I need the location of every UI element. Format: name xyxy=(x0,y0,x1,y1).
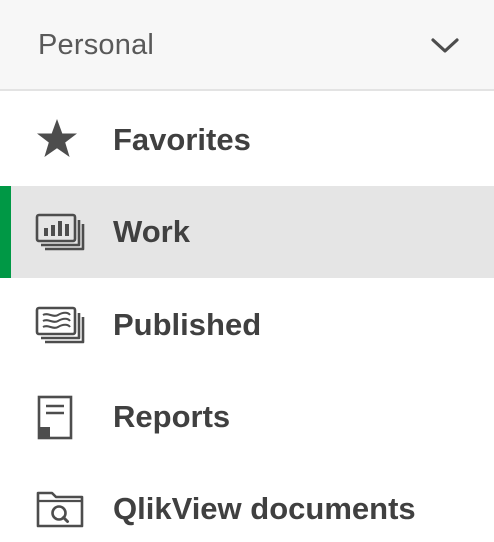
chevron-down-icon xyxy=(431,38,459,53)
qlikview-folder-icon xyxy=(36,491,84,528)
nav-item-work[interactable]: Work xyxy=(0,186,494,278)
nav-item-label: QlikView documents xyxy=(113,491,416,526)
nav-item-qlikview-documents[interactable]: QlikView documents xyxy=(0,462,494,542)
work-sheets-icon xyxy=(35,213,85,251)
star-icon xyxy=(37,119,77,157)
nav-item-label: Published xyxy=(113,307,262,342)
nav-item-favorites[interactable]: Favorites xyxy=(0,93,494,185)
section-title: Personal xyxy=(38,29,155,61)
nav-item-published[interactable]: Published xyxy=(0,278,494,370)
nav-item-label: Reports xyxy=(113,399,231,434)
report-icon xyxy=(37,395,73,440)
nav-item-label: Work xyxy=(113,214,190,249)
nav-item-reports[interactable]: Reports xyxy=(0,370,494,462)
nav-item-label: Favorites xyxy=(113,122,251,157)
published-icon xyxy=(35,306,85,344)
personal-nav-panel: Personal Favorites Work Published Report… xyxy=(0,0,494,542)
selection-indicator xyxy=(0,186,11,278)
personal-section-toggle[interactable]: Personal xyxy=(0,0,494,91)
